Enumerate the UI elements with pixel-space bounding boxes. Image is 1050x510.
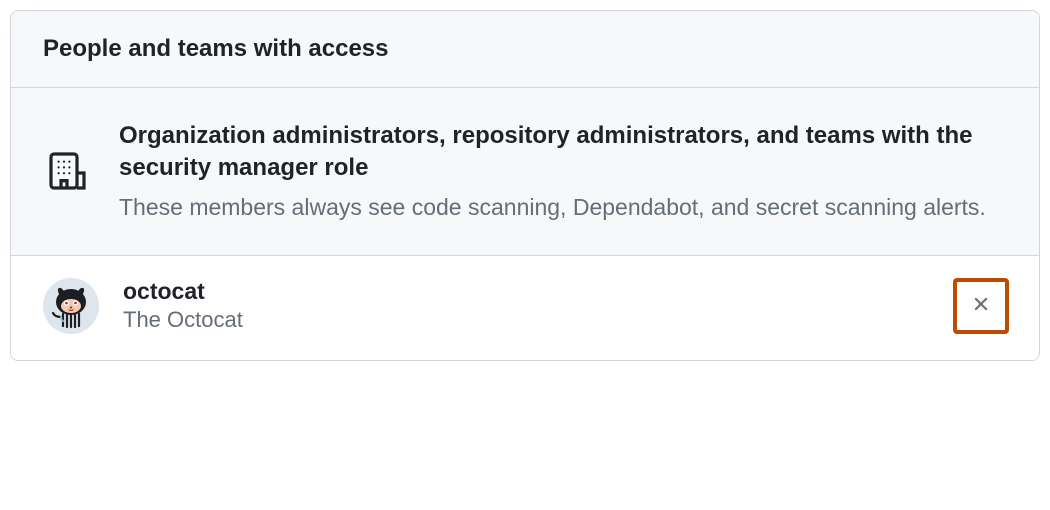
default-access-info: Organization administrators, repository … <box>11 88 1039 256</box>
close-icon <box>970 293 992 318</box>
default-access-text: Organization administrators, repository … <box>119 120 1007 223</box>
avatar[interactable] <box>43 278 99 334</box>
access-panel: People and teams with access Organizatio… <box>10 10 1040 361</box>
user-display-name: The Octocat <box>123 307 955 333</box>
panel-header: People and teams with access <box>11 11 1039 88</box>
default-access-description: These members always see code scanning, … <box>119 191 1007 223</box>
organization-icon <box>43 147 91 195</box>
user-login[interactable]: octocat <box>123 278 955 305</box>
panel-title: People and teams with access <box>43 35 1007 63</box>
user-row: octocat The Octocat <box>11 256 1039 360</box>
user-text: octocat The Octocat <box>123 278 955 333</box>
remove-user-button[interactable] <box>955 280 1007 332</box>
default-access-heading: Organization administrators, repository … <box>119 120 1007 185</box>
